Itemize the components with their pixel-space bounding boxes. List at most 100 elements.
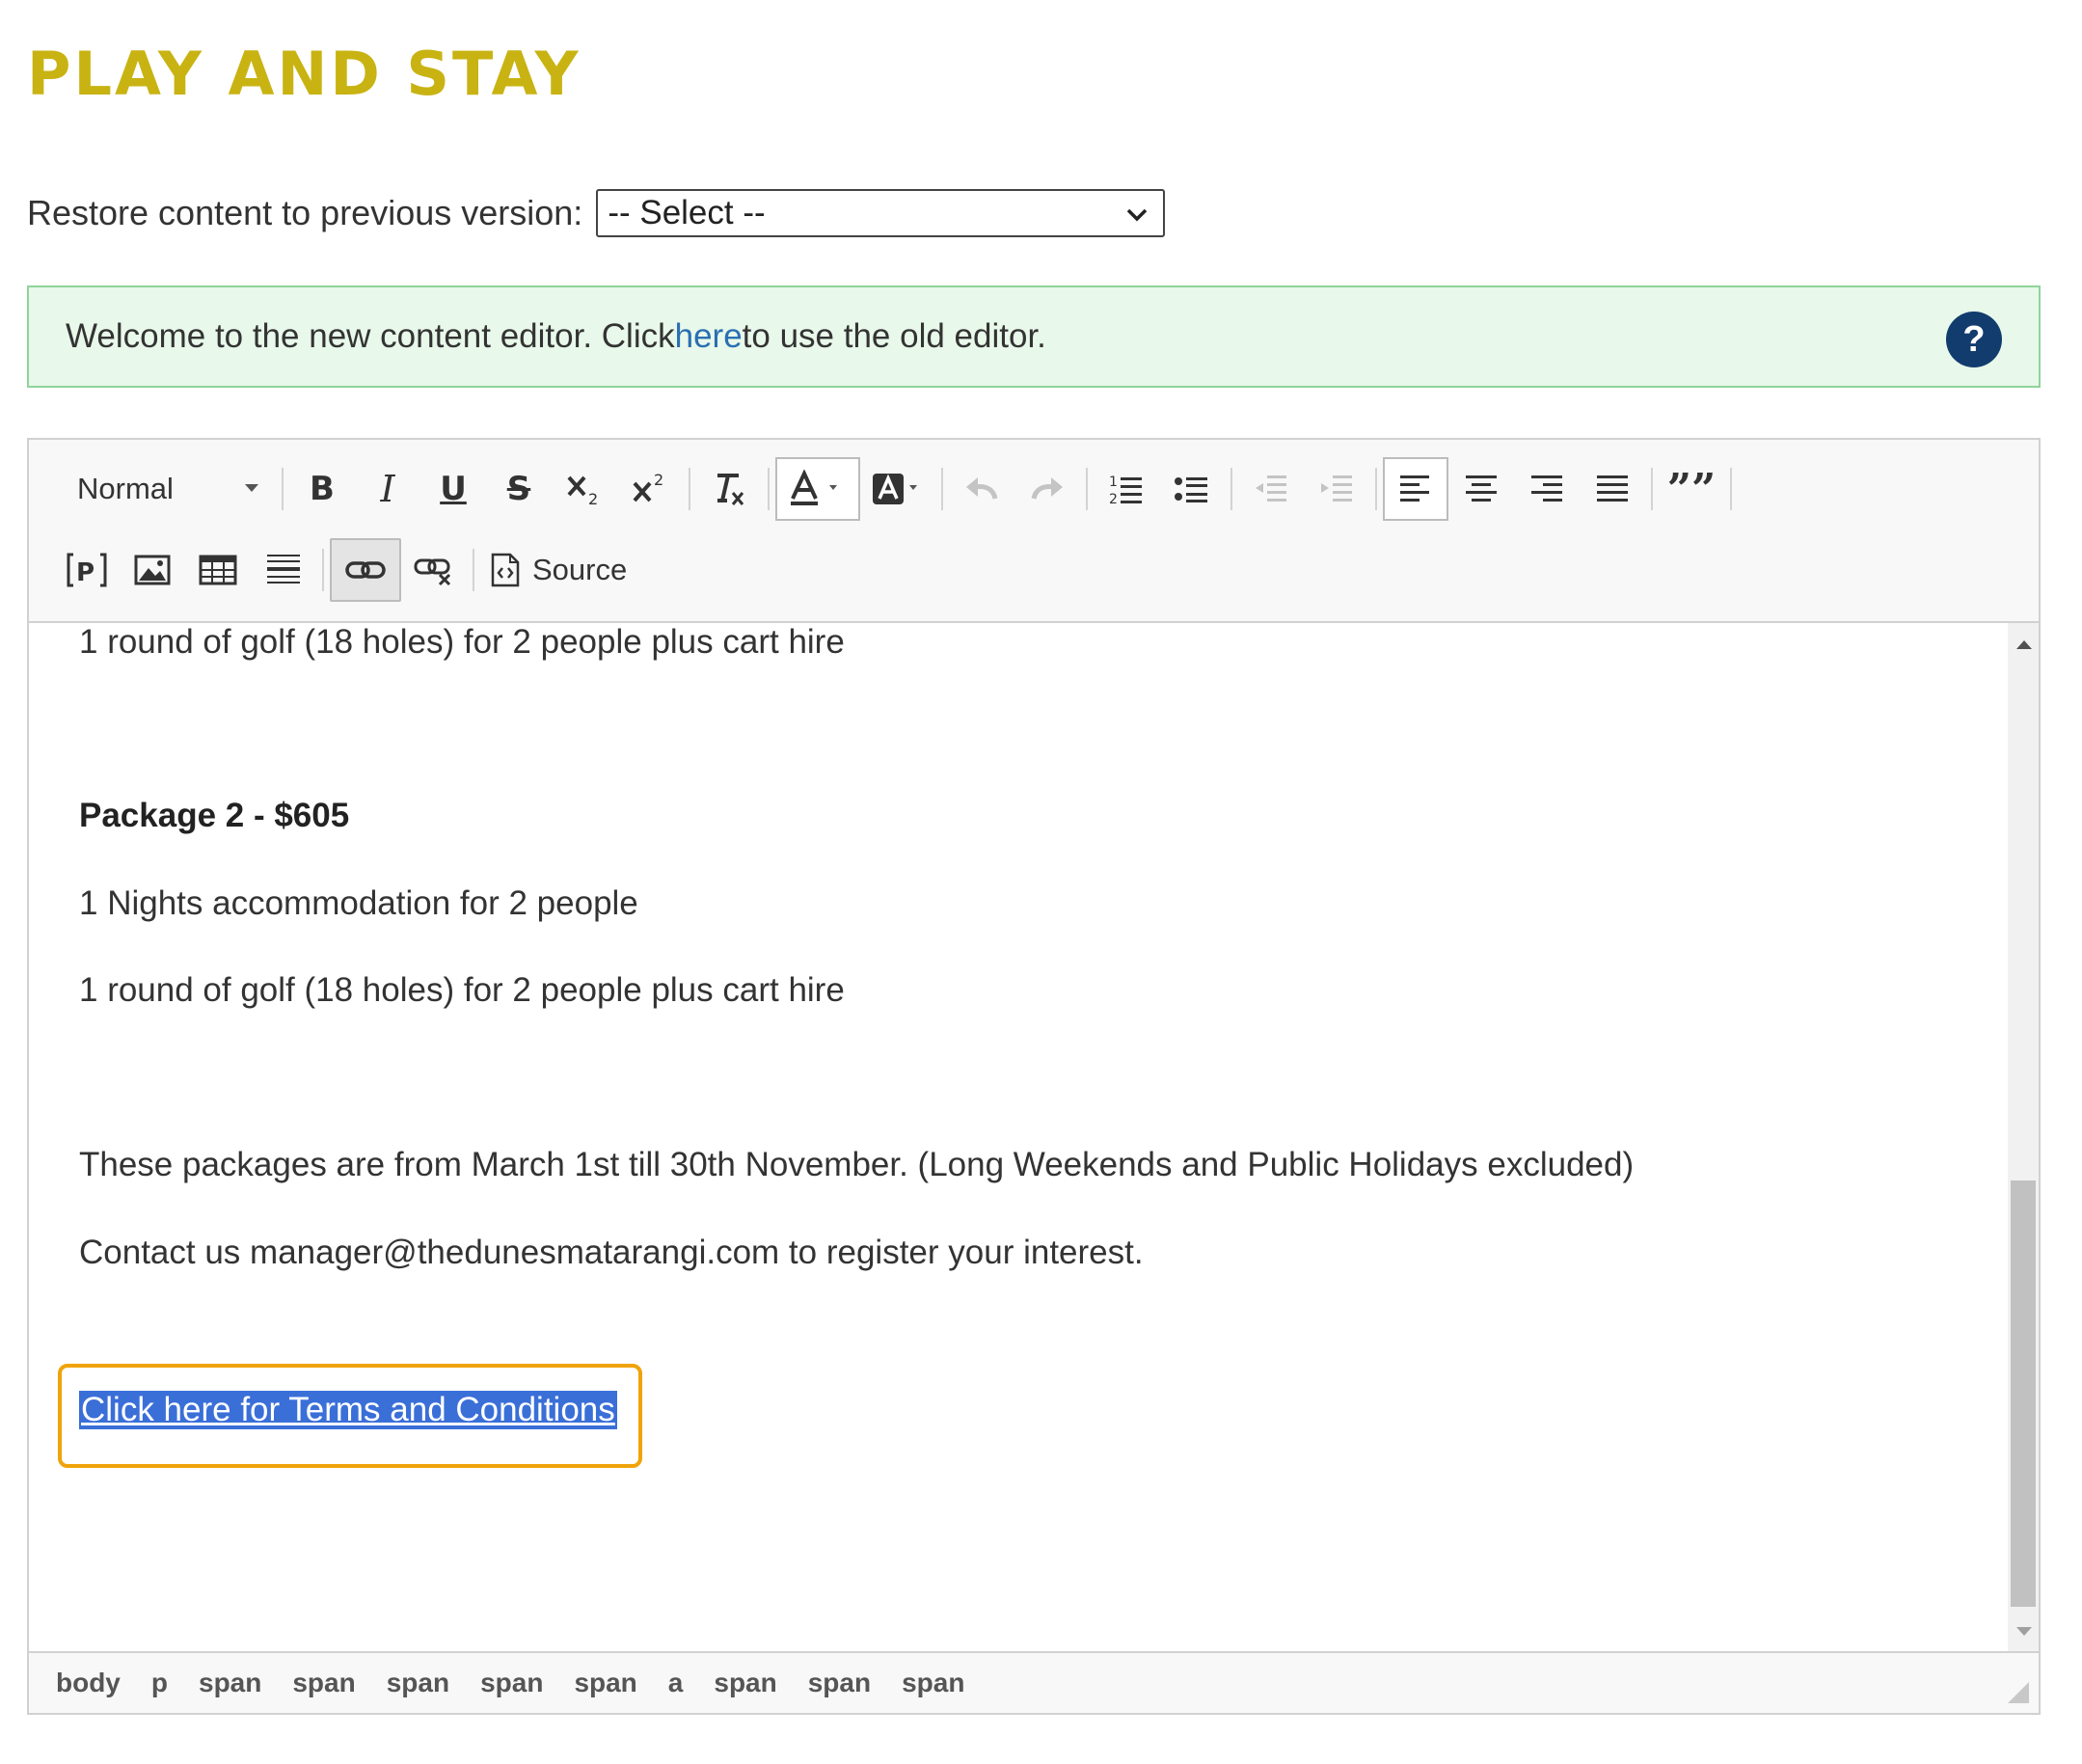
toolbar-separator [322, 549, 324, 591]
source-icon [491, 553, 520, 587]
numbered-list-icon: 12 [1109, 475, 1142, 507]
blockquote-icon: ” [1691, 464, 1717, 514]
unlink-button[interactable] [401, 538, 467, 602]
svg-text:1: 1 [1109, 475, 1118, 490]
background-color-button[interactable] [860, 457, 935, 521]
align-center-button[interactable] [1448, 457, 1514, 521]
source-label: Source [532, 553, 628, 586]
remove-format-icon [717, 474, 744, 505]
help-icon[interactable]: ? [1946, 312, 2002, 367]
path-crumb[interactable]: span [199, 1668, 261, 1698]
justify-button[interactable] [1580, 457, 1645, 521]
align-left-icon [1400, 475, 1429, 502]
format-dropdown[interactable]: Normal [54, 457, 276, 521]
increase-indent-button[interactable] [1304, 457, 1369, 521]
page-title: PLAY AND STAY [27, 39, 581, 109]
remove-format-button[interactable] [696, 457, 762, 521]
svg-text:2: 2 [1109, 492, 1118, 507]
horizontal-line-icon [267, 555, 300, 583]
source-button[interactable]: Source [480, 538, 636, 602]
numbered-list-button[interactable]: 12 [1094, 457, 1159, 521]
path-crumb[interactable]: a [668, 1668, 684, 1698]
svg-text:P: P [76, 558, 95, 587]
undo-button[interactable] [949, 457, 1014, 521]
decrease-indent-button[interactable] [1238, 457, 1304, 521]
toolbar-row-2: P Source [54, 536, 636, 604]
toolbar-separator [941, 468, 943, 510]
restore-version-selected: -- Select -- [608, 194, 766, 231]
align-right-icon [1531, 475, 1562, 502]
align-left-button[interactable] [1383, 457, 1448, 521]
editor-content-area[interactable]: 1 round of golf (18 holes) for 2 people … [29, 623, 2010, 1653]
format-dropdown-icon [245, 484, 258, 492]
subscript-icon: 2 [567, 475, 598, 508]
align-center-icon [1466, 475, 1497, 502]
editor-scrollbar[interactable] [2008, 623, 2039, 1653]
editor-toolbar: Normal B I U S 2 2 1 2 ” ” P Source [29, 440, 2039, 623]
restore-version-select[interactable]: -- Select -- [596, 189, 1166, 237]
background-color-icon [873, 474, 917, 504]
path-crumb[interactable]: span [902, 1668, 964, 1698]
path-crumb[interactable]: body [56, 1668, 121, 1698]
redo-icon [1031, 477, 1063, 500]
resize-grip-icon[interactable] [2004, 1678, 2031, 1705]
content-editor: Normal B I U S 2 2 1 2 ” ” P Source 1 ro… [27, 438, 2041, 1715]
increase-indent-icon [1321, 475, 1352, 502]
text-color-button[interactable] [775, 457, 860, 521]
content-line-package-dates: These packages are from March 1st till 3… [79, 1146, 1635, 1183]
path-crumb[interactable]: span [292, 1668, 355, 1698]
image-button[interactable] [120, 538, 185, 602]
table-icon [199, 555, 237, 585]
underline-button[interactable]: U [420, 457, 486, 521]
bulleted-list-button[interactable] [1159, 457, 1225, 521]
chevron-down-icon [1127, 208, 1148, 222]
blockquote-button[interactable]: ”” [1659, 457, 1724, 521]
align-right-button[interactable] [1514, 457, 1580, 521]
terms-conditions-link[interactable]: Click here for Terms and Conditions [79, 1391, 617, 1429]
toolbar-row-1: Normal B I U S 2 2 1 2 ” ” [54, 455, 1738, 523]
welcome-text-after: to use the old editor. [742, 317, 1046, 355]
path-crumb[interactable]: span [480, 1668, 543, 1698]
superscript-icon: 2 [633, 471, 663, 502]
unlink-icon [414, 558, 451, 586]
bulleted-list-icon [1175, 477, 1207, 502]
superscript-button[interactable]: 2 [617, 457, 683, 521]
path-crumb[interactable]: span [808, 1668, 871, 1698]
format-dropdown-label: Normal [77, 472, 174, 505]
subscript-button[interactable]: 2 [552, 457, 617, 521]
path-crumb[interactable]: span [387, 1668, 449, 1698]
toolbar-separator [282, 468, 284, 510]
toolbar-separator [1651, 468, 1653, 510]
placeholder-button[interactable]: P [54, 538, 120, 602]
path-crumb[interactable]: span [714, 1668, 776, 1698]
link-icon [345, 561, 386, 579]
underline-icon: U [440, 470, 467, 508]
decrease-indent-icon [1256, 475, 1286, 502]
restore-version-label: Restore content to previous version: [27, 193, 583, 232]
element-path-bar: body p span span span span span a span s… [29, 1651, 2039, 1713]
image-icon [134, 555, 171, 585]
scroll-down-arrow-icon[interactable] [2016, 1627, 2032, 1636]
link-button[interactable] [330, 538, 401, 602]
table-button[interactable] [185, 538, 251, 602]
horizontal-line-button[interactable] [251, 538, 316, 602]
strikethrough-button[interactable]: S [486, 457, 552, 521]
bold-icon: B [310, 470, 335, 508]
italic-button[interactable]: I [355, 457, 420, 521]
scroll-up-arrow-icon[interactable] [2016, 640, 2032, 649]
scrollbar-thumb[interactable] [2011, 1181, 2036, 1607]
bold-button[interactable]: B [289, 457, 355, 521]
old-editor-link[interactable]: here [675, 317, 743, 356]
strikethrough-icon: S [506, 470, 531, 508]
path-crumb[interactable]: p [151, 1668, 168, 1698]
content-line-contact: Contact us manager@thedunesmatarangi.com… [79, 1234, 1144, 1271]
welcome-banner: Welcome to the new content editor. Click… [27, 285, 2041, 388]
redo-button[interactable] [1014, 457, 1080, 521]
toolbar-separator [1730, 468, 1732, 510]
toolbar-separator [1086, 468, 1088, 510]
toolbar-separator [1230, 468, 1232, 510]
content-line-accommodation: 1 Nights accommodation for 2 people [79, 884, 638, 922]
path-crumb[interactable]: span [574, 1668, 636, 1698]
content-line-golf-2: 1 round of golf (18 holes) for 2 people … [79, 971, 845, 1009]
italic-icon: I [380, 468, 395, 510]
